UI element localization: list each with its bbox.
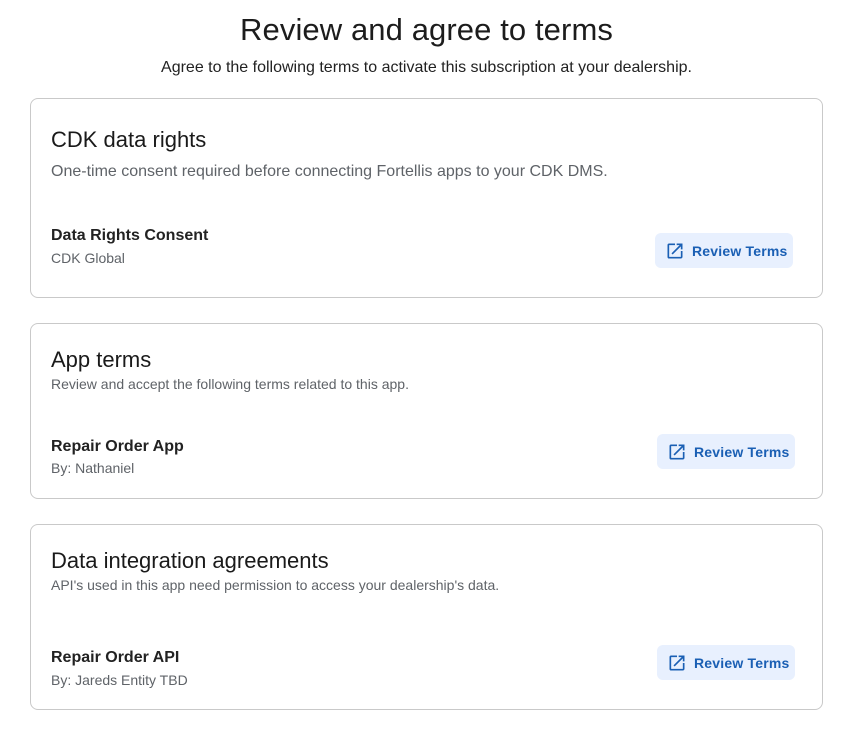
review-terms-label: Review Terms	[692, 242, 788, 259]
review-terms-label: Review Terms	[694, 654, 790, 671]
card-title: App terms	[51, 347, 152, 372]
review-terms-button[interactable]: Review Terms	[657, 645, 795, 680]
open-in-new-icon	[669, 655, 685, 670]
app-terms-card: App terms Review and accept the followin…	[30, 323, 823, 499]
review-terms-button[interactable]: Review Terms	[657, 434, 795, 469]
open-in-new-icon	[667, 243, 683, 258]
item-name: Repair Order App	[51, 438, 184, 455]
item-publisher: By: Nathaniel	[51, 460, 135, 476]
page-subtitle: Agree to the following terms to activate…	[161, 59, 692, 76]
item-publisher: By: Jareds Entity TBD	[51, 672, 188, 688]
review-terms-label: Review Terms	[694, 443, 790, 460]
item-name: Data Rights Consent	[51, 227, 209, 244]
card-description: API's used in this app need permission t…	[51, 577, 500, 593]
cdk-data-rights-card: CDK data rights One-time consent require…	[30, 98, 823, 298]
card-description: One-time consent required before connect…	[51, 163, 608, 180]
card-title: CDK data rights	[51, 127, 207, 152]
item-publisher: CDK Global	[51, 250, 125, 266]
open-in-new-icon	[669, 444, 685, 459]
card-description: Review and accept the following terms re…	[51, 376, 409, 392]
item-name: Repair Order API	[51, 649, 180, 666]
page-title: Review and agree to terms	[240, 12, 613, 47]
data-integration-agreements-card: Data integration agreements API's used i…	[30, 524, 823, 710]
review-terms-button[interactable]: Review Terms	[655, 233, 793, 268]
card-title: Data integration agreements	[51, 548, 329, 573]
